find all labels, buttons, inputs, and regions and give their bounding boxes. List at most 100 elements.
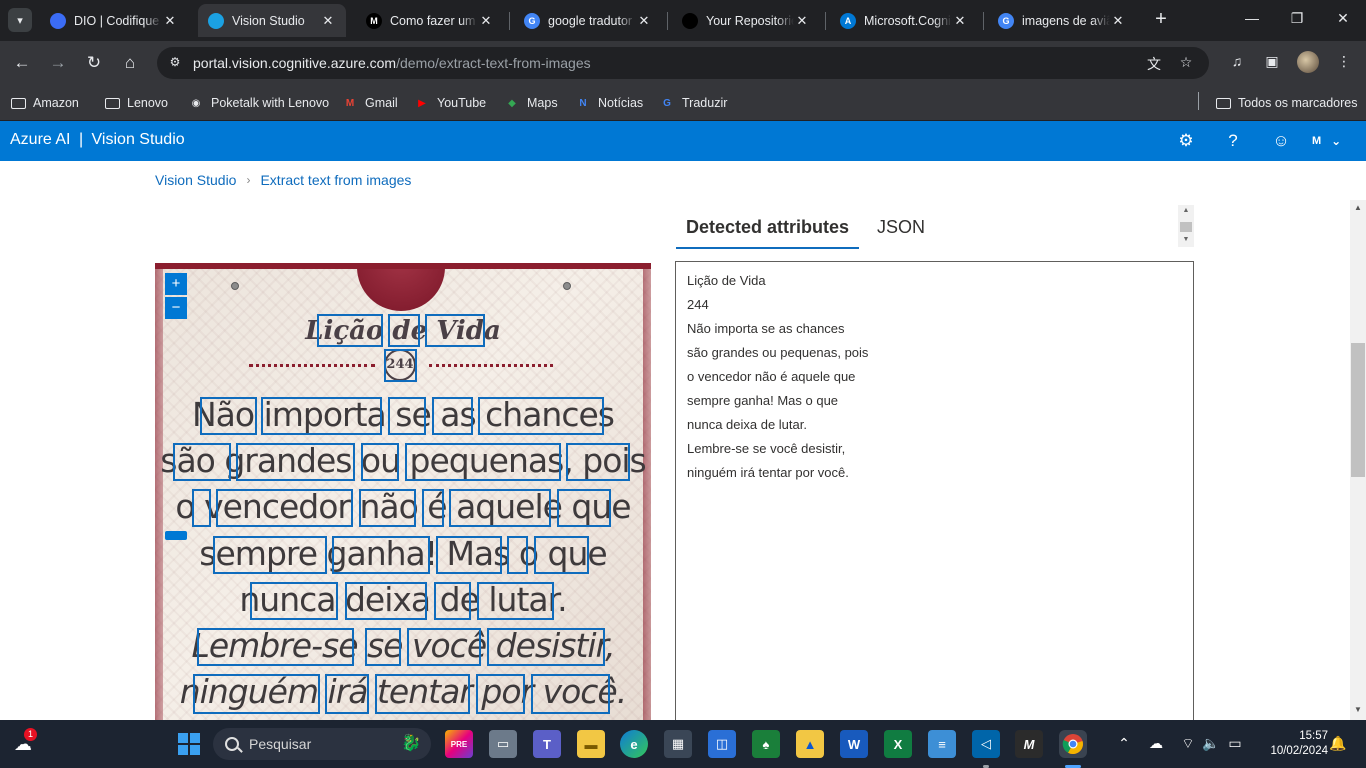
tab-close-icon[interactable]: ✕: [1110, 13, 1126, 29]
notifications-bell-icon[interactable]: 🔔: [1328, 735, 1348, 752]
word-icon[interactable]: W: [840, 730, 868, 758]
back-arrow-icon[interactable]: ←: [9, 50, 35, 76]
edge-icon[interactable]: e: [620, 730, 648, 758]
tab-title: Microsoft.Cognit: [864, 13, 952, 28]
site-info-icon[interactable]: ⚙: [167, 55, 183, 71]
browser-tab[interactable]: A Microsoft.Cognit ✕: [830, 4, 978, 37]
bookmark-item[interactable]: M Gmail: [342, 93, 398, 113]
breadcrumb-root-link[interactable]: Vision Studio: [155, 172, 236, 188]
result-tabs: Detected attributes JSON: [676, 213, 935, 249]
bookmark-item[interactable]: ◆ Maps: [504, 93, 557, 113]
browser-tab[interactable]: DIO | Codifique o ✕: [40, 4, 188, 37]
tab-search-chevron-icon[interactable]: ▾: [8, 8, 32, 32]
browser-tab[interactable]: M Como fazer um ✕: [356, 4, 504, 37]
calculator-icon[interactable]: ▦: [664, 730, 692, 758]
reload-icon[interactable]: ↻: [81, 50, 107, 76]
address-bar[interactable]: ⚙ portal.vision.cognitive.azure.com/demo…: [157, 47, 1209, 79]
side-panel-icon[interactable]: ▣: [1262, 53, 1282, 73]
word-bounding-box: [566, 443, 630, 481]
microsoft-store-icon[interactable]: ◫: [708, 730, 736, 758]
task-view-icon[interactable]: ▭: [489, 730, 517, 758]
taskbar-search-box[interactable]: Pesquisar 🐉: [213, 728, 431, 760]
solitaire-icon[interactable]: ♠: [752, 730, 780, 758]
tab-close-icon[interactable]: ✕: [478, 13, 494, 29]
window-close-icon[interactable]: ✕: [1333, 10, 1353, 27]
notepad-icon[interactable]: ≡: [928, 730, 956, 758]
media-control-icon[interactable]: ♫: [1227, 53, 1247, 73]
brand-name: Azure AI: [10, 131, 71, 148]
chrome-taskbar-icon[interactable]: [1059, 730, 1087, 758]
page-scrollbar-thumb[interactable]: [1351, 343, 1365, 477]
battery-icon[interactable]: ▭: [1225, 735, 1245, 752]
volume-icon[interactable]: 🔈: [1201, 735, 1221, 752]
help-icon[interactable]: ?: [1222, 130, 1244, 152]
word-bounding-box: [487, 628, 605, 666]
tab-close-icon[interactable]: ✕: [636, 13, 652, 29]
teams-icon[interactable]: T: [533, 730, 561, 758]
browser-tab[interactable]: Gimagens de aviã ✕: [988, 4, 1136, 37]
wifi-icon[interactable]: ⌔: [1178, 735, 1198, 753]
settings-gear-icon[interactable]: ⚙: [1175, 130, 1197, 152]
tabs-scrollbar[interactable]: ▲ ▼: [1178, 205, 1194, 247]
new-tab-button[interactable]: +: [1150, 9, 1172, 31]
browser-tab[interactable]: Ggoogle tradutor ✕: [514, 4, 662, 37]
word-bounding-box: [476, 674, 525, 714]
word-bounding-box: [345, 582, 427, 620]
bookmark-item[interactable]: N Notícias: [575, 93, 643, 113]
windows-start-icon[interactable]: [175, 730, 203, 758]
translate-page-icon[interactable]: 文: [1145, 54, 1163, 72]
breadcrumb-current-link[interactable]: Extract text from images: [260, 172, 411, 188]
minimize-icon[interactable]: —: [1242, 10, 1262, 26]
scroll-up-icon[interactable]: ▲: [1181, 207, 1191, 214]
tab-close-icon[interactable]: ✕: [794, 13, 810, 29]
vscode-icon[interactable]: ◁: [972, 730, 1000, 758]
bookmark-item[interactable]: ◉ Poketalk with Lenovo: [188, 93, 330, 113]
excel-icon[interactable]: X: [884, 730, 912, 758]
url-host: portal.vision.cognitive.azure.com: [193, 55, 397, 71]
app-m-icon[interactable]: M: [1015, 730, 1043, 758]
copilot-pre-icon[interactable]: PRE: [445, 730, 473, 758]
page-scrollbar[interactable]: ▲ ▼: [1350, 200, 1366, 720]
browser-tab[interactable]: Vision Studio ✕: [198, 4, 346, 37]
tab-close-icon[interactable]: ✕: [320, 13, 336, 29]
all-bookmarks-button[interactable]: Todos os marcadores: [1215, 93, 1358, 113]
user-menu-button[interactable]: M ⌄: [1312, 130, 1341, 152]
tray-overflow-chevron-icon[interactable]: ⌃: [1114, 735, 1134, 752]
breadcrumb: Vision Studio › Extract text from images: [155, 172, 411, 188]
file-manager-icon[interactable]: ▲: [796, 730, 824, 758]
app-brand[interactable]: Azure AI | Vision Studio: [10, 131, 185, 149]
pin-left: [231, 282, 239, 290]
system-clock[interactable]: 15:57 10/02/2024: [1253, 729, 1328, 759]
tab-detected-attributes[interactable]: Detected attributes: [676, 213, 860, 249]
bookmark-item[interactable]: ▶ YouTube: [414, 93, 486, 113]
bookmark-item[interactable]: Lenovo: [104, 93, 168, 113]
page-scroll-down-icon[interactable]: ▼: [1353, 705, 1363, 714]
bookmark-item[interactable]: G Traduzir: [659, 93, 727, 113]
zoom-in-button[interactable]: +: [165, 273, 187, 295]
word-bounding-box: [405, 443, 561, 481]
tab-close-icon[interactable]: ✕: [162, 13, 178, 29]
page-scroll-up-icon[interactable]: ▲: [1353, 203, 1363, 212]
image-preview: + − Lição de Vida 244 Não importa se as …: [155, 263, 651, 720]
scrollbar-thumb[interactable]: [1180, 222, 1192, 232]
onedrive-cloud-icon[interactable]: ☁: [1146, 735, 1166, 752]
bookmark-star-icon[interactable]: ☆: [1177, 54, 1195, 72]
tab-favicon-icon: A: [840, 12, 856, 29]
profile-avatar[interactable]: [1297, 51, 1319, 73]
home-icon[interactable]: ⌂: [117, 50, 143, 76]
bookmark-item[interactable]: Amazon: [10, 93, 79, 113]
tab-json[interactable]: JSON: [867, 213, 935, 249]
dotted-rule-right: [429, 364, 553, 367]
restore-icon[interactable]: ❐: [1287, 10, 1307, 27]
tab-favicon-icon: G: [998, 12, 1014, 29]
menu-kebab-icon[interactable]: ⋮: [1334, 53, 1354, 73]
feedback-smiley-icon[interactable]: ☺: [1270, 130, 1292, 152]
word-bounding-box: [173, 443, 231, 481]
browser-tab[interactable]: Your Repositorie ✕: [672, 4, 820, 37]
file-explorer-icon[interactable]: ▬: [577, 730, 605, 758]
forward-arrow-icon[interactable]: →: [45, 50, 71, 76]
detected-text-panel[interactable]: Lição de Vida 244 Não importa se as chan…: [675, 261, 1194, 720]
scroll-down-icon[interactable]: ▼: [1181, 236, 1191, 243]
tab-favicon-icon: M: [366, 12, 382, 29]
tab-close-icon[interactable]: ✕: [952, 13, 968, 29]
